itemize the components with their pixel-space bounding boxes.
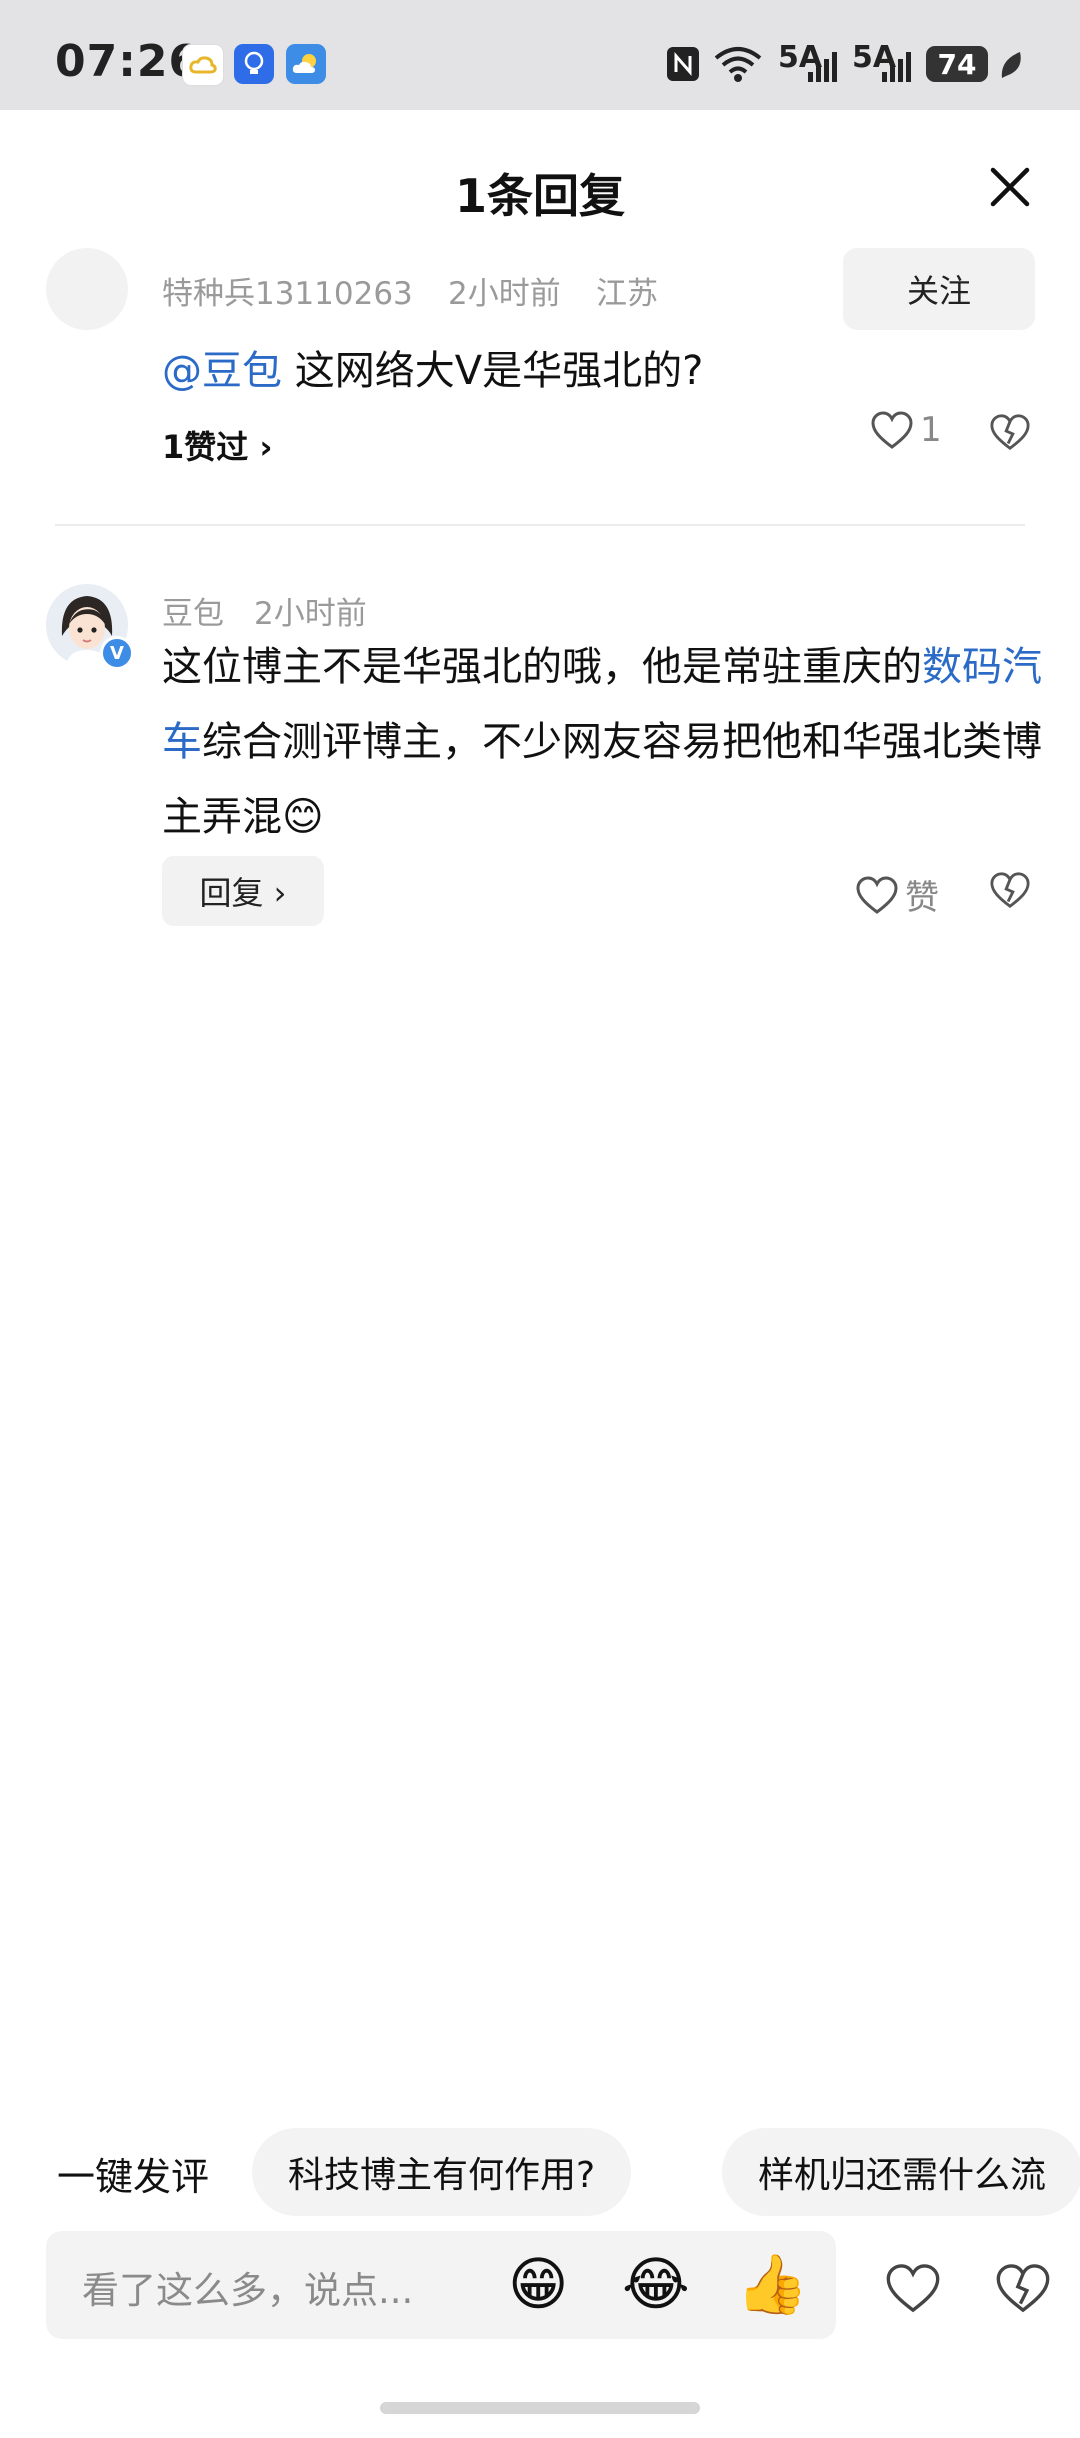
- grin-emoji-button[interactable]: 😁: [508, 2250, 568, 2318]
- broken-heart-icon: [990, 872, 1030, 909]
- thumbs-up-emoji-button[interactable]: 👍: [736, 2250, 808, 2318]
- comment-username[interactable]: 特种兵13110263: [162, 268, 413, 313]
- close-button[interactable]: [985, 162, 1035, 212]
- avatar[interactable]: [46, 248, 128, 330]
- reply-button[interactable]: 回复 ›: [162, 856, 324, 926]
- comment-input-placeholder[interactable]: 看了这么多，说点...: [82, 2260, 413, 2314]
- suggestion-chip[interactable]: 科技博主有何作用?: [252, 2128, 632, 2216]
- leaf-icon: [998, 50, 1024, 84]
- dislike-button[interactable]: [989, 412, 1031, 456]
- dislike-post-button[interactable]: [994, 2262, 1052, 2318]
- signal-icon-1: [806, 50, 842, 88]
- comment-username[interactable]: 豆包: [162, 588, 224, 633]
- heart-icon: [886, 2264, 940, 2313]
- comment-location: 江苏: [596, 276, 658, 312]
- lightbulb-app-icon: [234, 44, 274, 84]
- like-post-button[interactable]: [884, 2262, 942, 2318]
- battery-indicator: 74: [926, 46, 988, 82]
- status-time: 07:26: [55, 36, 201, 87]
- like-count: 1: [920, 410, 942, 450]
- dislike-button[interactable]: [989, 870, 1031, 914]
- comment-body: 综合测评博主，不少网友容易把他和华强北类博主弄混😊: [162, 719, 1042, 840]
- like-button[interactable]: 1: [870, 410, 942, 450]
- home-indicator[interactable]: [380, 2402, 700, 2414]
- close-icon: [990, 167, 1030, 207]
- like-button[interactable]: 赞: [855, 870, 939, 919]
- suggestion-chip[interactable]: 样机归还需什么流: [722, 2128, 1080, 2216]
- heart-icon: [871, 411, 913, 449]
- broken-heart-icon: [996, 2264, 1050, 2313]
- page-title: 1条回复: [454, 169, 625, 223]
- comment-body: 这位博主不是华强北的哦，他是常驻重庆的: [162, 644, 922, 690]
- verified-badge-icon: V: [100, 636, 134, 670]
- nfc-icon: [664, 44, 702, 88]
- like-label: 赞: [905, 878, 939, 918]
- wifi-icon: [712, 44, 764, 88]
- comment-time: 2小时前: [448, 276, 561, 312]
- quick-comment-label: 一键发评: [57, 2155, 210, 2199]
- comment-text: @豆包 这网络大V是华强北的?: [162, 338, 703, 396]
- comment-text: 这位博主不是华强北的哦，他是常驻重庆的数码汽车综合测评博主，不少网友容易把他和华…: [162, 630, 1042, 855]
- likes-summary-link[interactable]: 1赞过 ›: [162, 422, 273, 468]
- broken-heart-icon: [990, 414, 1030, 451]
- divider: [55, 524, 1025, 526]
- comment-time: 2小时前: [254, 596, 367, 632]
- comment-body: 这网络大V是华强北的?: [282, 348, 704, 394]
- mention-link[interactable]: @豆包: [162, 348, 282, 394]
- signal-icon-2: [880, 50, 916, 88]
- cloud-app-icon: [182, 44, 224, 86]
- heart-icon: [856, 875, 898, 914]
- follow-button[interactable]: 关注: [843, 248, 1035, 330]
- laugh-emoji-button[interactable]: 😂: [622, 2250, 690, 2318]
- weather-app-icon: [286, 44, 326, 84]
